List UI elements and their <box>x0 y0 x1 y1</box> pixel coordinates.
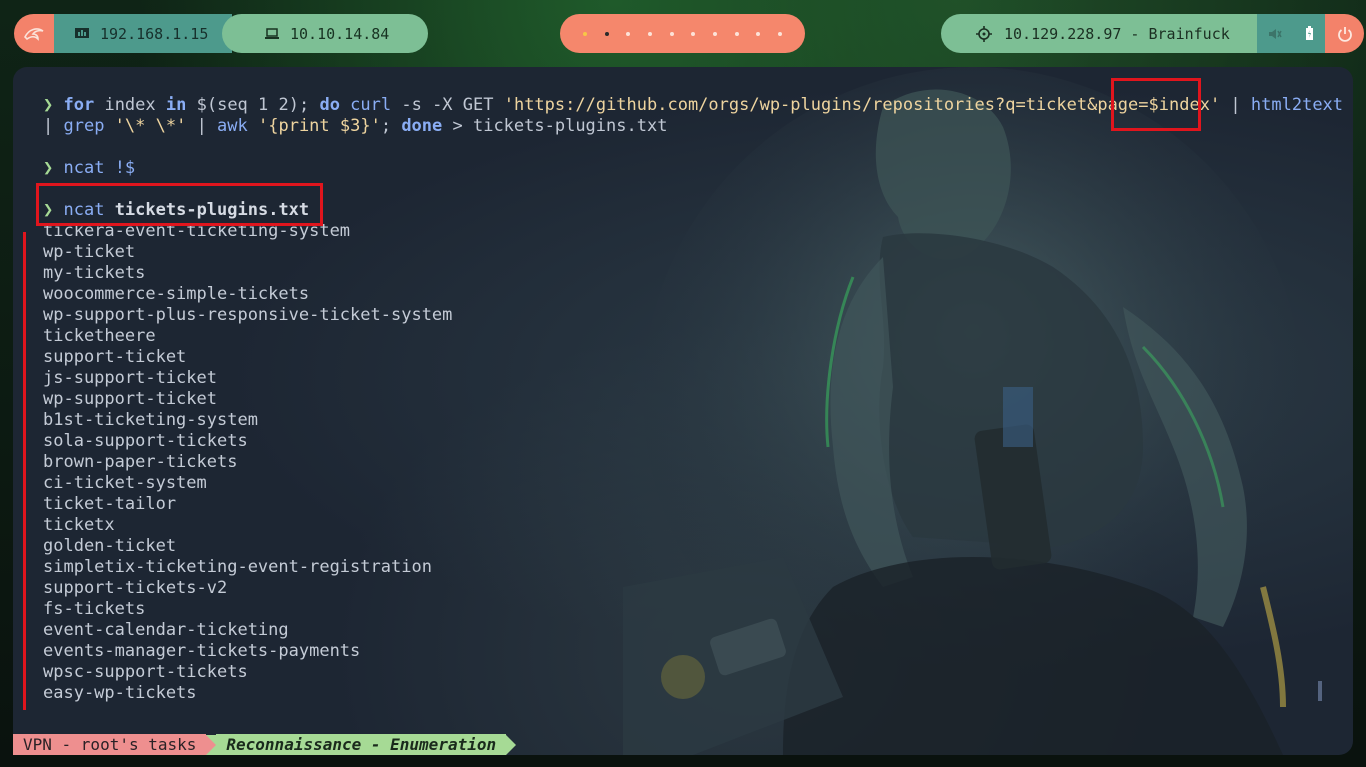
output-line: fs-tickets <box>43 599 146 619</box>
highlight-box-ncat <box>36 183 323 226</box>
output-line: wp-support-ticket <box>43 389 217 409</box>
session-name[interactable]: VPN - root's tasks <box>13 734 207 755</box>
workspace-8[interactable] <box>734 31 739 36</box>
power-button[interactable] <box>1325 14 1364 53</box>
highlight-box-index <box>1111 78 1201 131</box>
workspace-4[interactable] <box>647 31 652 36</box>
vpn-ip-widget[interactable]: 10.10.14.84 <box>222 14 428 53</box>
powerline-separator <box>506 734 517 755</box>
local-ip-widget[interactable]: 192.168.1.15 <box>54 14 232 53</box>
output-line: events-manager-tickets-payments <box>43 641 361 661</box>
highlight-bar-output <box>23 232 26 710</box>
system-tray[interactable] <box>1257 14 1325 53</box>
output-line: support-ticket <box>43 347 187 367</box>
output-line: simpletix-ticketing-event-registration <box>43 557 432 577</box>
kali-dragon-icon <box>24 27 44 41</box>
workspace-10[interactable] <box>778 31 783 36</box>
powerline-separator <box>206 734 217 755</box>
local-ip-text: 192.168.1.15 <box>100 24 209 43</box>
target-text: 10.129.228.97 - Brainfuck <box>1004 24 1230 43</box>
workspace-1[interactable] <box>582 31 587 36</box>
output-line: js-support-ticket <box>43 368 217 388</box>
power-icon <box>1337 26 1352 42</box>
output-line: sola-support-tickets <box>43 431 248 451</box>
crosshair-icon <box>976 25 992 42</box>
laptop-icon <box>265 27 279 39</box>
battery-icon[interactable] <box>1305 26 1314 41</box>
target-widget[interactable]: 10.129.228.97 - Brainfuck <box>941 14 1257 53</box>
output-line: ticket-tailor <box>43 494 177 514</box>
output-line: golden-ticket <box>43 536 177 556</box>
output-line: wpsc-support-tickets <box>43 662 248 682</box>
output-line: wp-ticket <box>43 242 136 262</box>
output-line: easy-wp-tickets <box>43 683 197 703</box>
launcher-button[interactable] <box>14 14 54 53</box>
output-line: ticketx <box>43 515 115 535</box>
output-line: ci-ticket-system <box>43 473 207 493</box>
workspace-9[interactable] <box>756 31 761 36</box>
volume-icon[interactable] <box>1268 28 1282 40</box>
network-icon <box>75 27 89 38</box>
workspace-7[interactable] <box>712 31 717 36</box>
output-line: support-tickets-v2 <box>43 578 228 598</box>
scrollbar-indicator[interactable] <box>1318 681 1322 701</box>
output-line: b1st-ticketing-system <box>43 410 258 430</box>
output-line: wp-support-plus-responsive-ticket-system <box>43 305 453 325</box>
workspace-2[interactable] <box>604 31 609 36</box>
output-line: event-calendar-ticketing <box>43 620 289 640</box>
command-line-2: ❯ ncat !$ <box>43 158 136 178</box>
vpn-ip-text: 10.10.14.84 <box>290 24 390 43</box>
output-line: my-tickets <box>43 263 146 283</box>
tmux-status-bar: VPN - root's tasks Reconnaissance - Enum… <box>13 734 517 755</box>
output-line: ticketheere <box>43 326 156 346</box>
wallpaper-artwork <box>623 67 1303 755</box>
active-window-name[interactable]: Reconnaissance - Enumeration <box>216 734 507 755</box>
output-line: woocommerce-simple-tickets <box>43 284 310 304</box>
workspace-5[interactable] <box>669 31 674 36</box>
workspace-switcher[interactable] <box>560 14 805 53</box>
terminal-window[interactable]: ❯ for index in $(seq 1 2); do curl -s -X… <box>13 67 1353 755</box>
output-line: brown-paper-tickets <box>43 452 238 472</box>
command-line-1-cont: | grep '\* \*' | awk '{print $3}'; done … <box>43 116 668 136</box>
workspace-6[interactable] <box>691 31 696 36</box>
workspace-3[interactable] <box>626 31 631 36</box>
